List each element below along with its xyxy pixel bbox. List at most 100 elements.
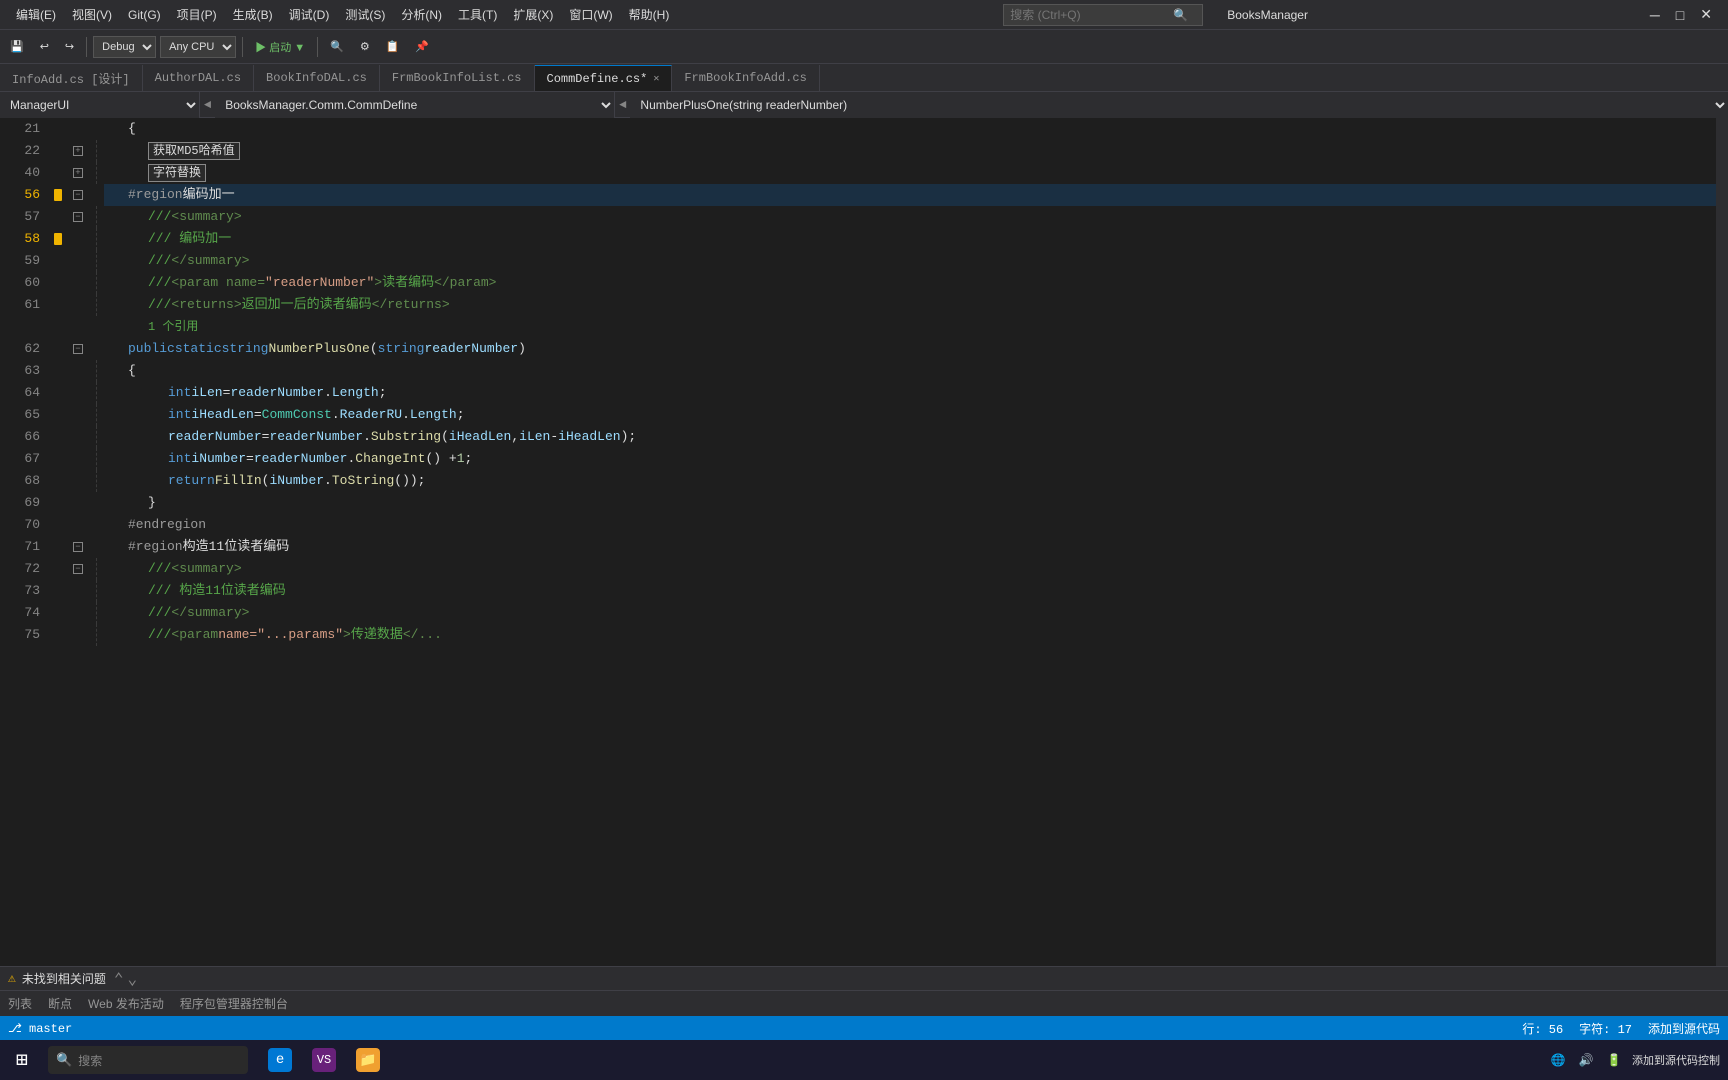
toolbar-save[interactable]: 💾	[4, 34, 30, 60]
menu-tools[interactable]: 工具(T)	[450, 6, 505, 23]
method-select[interactable]: NumberPlusOne(string readerNumber)	[630, 92, 1728, 118]
taskbar-edge[interactable]: e	[260, 1042, 300, 1078]
bottom-tab-web-publish[interactable]: Web 发布活动	[88, 991, 164, 1017]
vertical-scrollbar[interactable]	[1716, 118, 1728, 966]
fold-57[interactable]: −	[68, 206, 88, 228]
menu-test[interactable]: 测试(S)	[337, 6, 393, 23]
fold-icon-22[interactable]: +	[73, 146, 83, 156]
taskbar-start[interactable]: ⊞	[8, 1042, 36, 1078]
toolbar-btn4[interactable]: 📌	[409, 34, 435, 60]
paren-66: (	[441, 426, 449, 448]
code-line-71: #region 构造11位读者编码	[104, 536, 1716, 558]
ind-64	[48, 382, 68, 404]
bottom-tab-package-manager[interactable]: 程序包管理器控制台	[180, 991, 288, 1017]
menu-edit[interactable]: 编辑(E)	[8, 6, 64, 23]
warning-arrow[interactable]: ⌃	[114, 969, 124, 989]
status-add-source[interactable]: 添加到源代码	[1648, 1020, 1720, 1037]
menu-analyze[interactable]: 分析(N)	[393, 6, 450, 23]
bottom-tab-breakpoints[interactable]: 断点	[48, 991, 72, 1017]
ref-count-text[interactable]: 1 个引用	[148, 316, 198, 338]
taskbar-search[interactable]: 🔍 搜索	[40, 1042, 256, 1078]
tab-commdefine[interactable]: CommDefine.cs* ✕	[535, 65, 673, 91]
vl-60	[96, 272, 104, 294]
xmldoc-73: /// 构造11位读者编码	[148, 580, 286, 602]
bottom-tab-list[interactable]: 列表	[8, 991, 32, 1017]
tray-network[interactable]: 🌐	[1548, 1050, 1568, 1070]
window-minimize[interactable]: ─	[1642, 7, 1668, 23]
taskbar-explorer[interactable]: 📁	[348, 1042, 388, 1078]
status-branch[interactable]: ⎇ master	[8, 1021, 72, 1036]
menu-build[interactable]: 生成(B)	[225, 6, 281, 23]
line-num-60: 60	[0, 272, 48, 294]
menu-view[interactable]: 视图(V)	[64, 6, 120, 23]
class-select[interactable]: BooksManager.Comm.CommDefine	[215, 92, 615, 118]
fold-72[interactable]: −	[68, 558, 88, 580]
collapsed-region-40[interactable]: 字符替换	[148, 164, 206, 182]
fold-icon-57[interactable]: −	[73, 212, 83, 222]
start-button[interactable]: ▶ 启动 ▼	[249, 34, 311, 60]
code-line-59: /// </summary>	[104, 250, 1716, 272]
kw-static: static	[175, 338, 222, 360]
tab-frmbookinfoadd[interactable]: FrmBookInfoAdd.cs	[672, 65, 819, 91]
tray-volume[interactable]: 🔊	[1576, 1050, 1596, 1070]
collapsed-region-22[interactable]: 获取MD5哈希值	[148, 142, 240, 160]
code-line-21: {	[104, 118, 1716, 140]
warning-arrow-down[interactable]: ⌄	[127, 969, 137, 989]
window-close[interactable]: ✕	[1692, 6, 1720, 23]
menu-extend[interactable]: 扩展(X)	[505, 6, 561, 23]
toolbar-redo[interactable]: ↪	[59, 34, 80, 60]
vl-ref	[88, 316, 104, 338]
line-num-21: 21	[0, 118, 48, 140]
region-name-56: 编码加一	[183, 184, 235, 206]
fold-icon-72[interactable]: −	[73, 564, 83, 574]
debug-mode-select[interactable]: Debug	[93, 36, 156, 58]
fold-22[interactable]: +	[68, 140, 88, 162]
taskbar-vs[interactable]: VS	[304, 1042, 344, 1078]
kw-public: public	[128, 338, 175, 360]
xmltag-57: <summary>	[171, 206, 241, 228]
fold-56[interactable]: −	[68, 184, 88, 206]
fold-60	[68, 272, 88, 294]
semi-64: ;	[379, 382, 387, 404]
toolbar-sep3	[317, 37, 318, 57]
code-editor[interactable]: { 获取MD5哈希值 字符替换 #region 编码加一 /// <summar…	[104, 118, 1716, 966]
menu-window[interactable]: 窗口(W)	[561, 6, 620, 23]
edge-icon-symbol: e	[276, 1052, 284, 1068]
search-input[interactable]	[1010, 8, 1165, 22]
tab-infoadd-design[interactable]: InfoAdd.cs [设计]	[0, 65, 143, 91]
explorer-icon: 📁	[356, 1048, 380, 1072]
menu-project[interactable]: 项目(P)	[169, 6, 225, 23]
fold-62[interactable]: −	[68, 338, 88, 360]
tray-battery[interactable]: 🔋	[1604, 1050, 1624, 1070]
cpu-select[interactable]: Any CPU	[160, 36, 236, 58]
fold-icon-56[interactable]: −	[73, 190, 83, 200]
toolbar-btn2[interactable]: ⚙	[354, 34, 376, 60]
menu-debug[interactable]: 调试(D)	[281, 6, 338, 23]
vl-58	[96, 228, 104, 250]
namespace-select[interactable]: ManagerUI	[0, 92, 200, 118]
tab-frmbookinfolist[interactable]: FrmBookInfoList.cs	[380, 65, 535, 91]
toolbar-btn3[interactable]: 📋	[380, 34, 406, 60]
fold-icon-62[interactable]: −	[73, 344, 83, 354]
fold-67	[68, 448, 88, 470]
vl-56	[88, 184, 104, 206]
tab-bookinfodal[interactable]: BookInfoDAL.cs	[254, 65, 380, 91]
xmldoc-61b: 返回加一后的读者编码	[242, 294, 372, 316]
tab-authordal[interactable]: AuthorDAL.cs	[143, 65, 254, 91]
fold-71[interactable]: −	[68, 536, 88, 558]
search-box[interactable]: 🔍	[1003, 4, 1203, 26]
assign-66: =	[262, 426, 270, 448]
nav-arrow: ◄	[200, 98, 215, 112]
status-bar-right: 行: 56 字符: 17 添加到源代码	[1522, 1020, 1720, 1037]
tab-close-icon[interactable]: ✕	[653, 73, 659, 85]
fold-icon-40[interactable]: +	[73, 168, 83, 178]
toolbar-undo[interactable]: ↩	[34, 34, 55, 60]
taskbar-search-box[interactable]: 🔍 搜索	[48, 1046, 248, 1074]
menu-git[interactable]: Git(G)	[120, 8, 169, 22]
fold-40[interactable]: +	[68, 162, 88, 184]
menu-help[interactable]: 帮助(H)	[621, 6, 678, 23]
toolbar-btn1[interactable]: 🔍	[324, 34, 350, 60]
window-maximize[interactable]: □	[1668, 7, 1692, 23]
fold-icon-71[interactable]: −	[73, 542, 83, 552]
ind-68	[48, 470, 68, 492]
